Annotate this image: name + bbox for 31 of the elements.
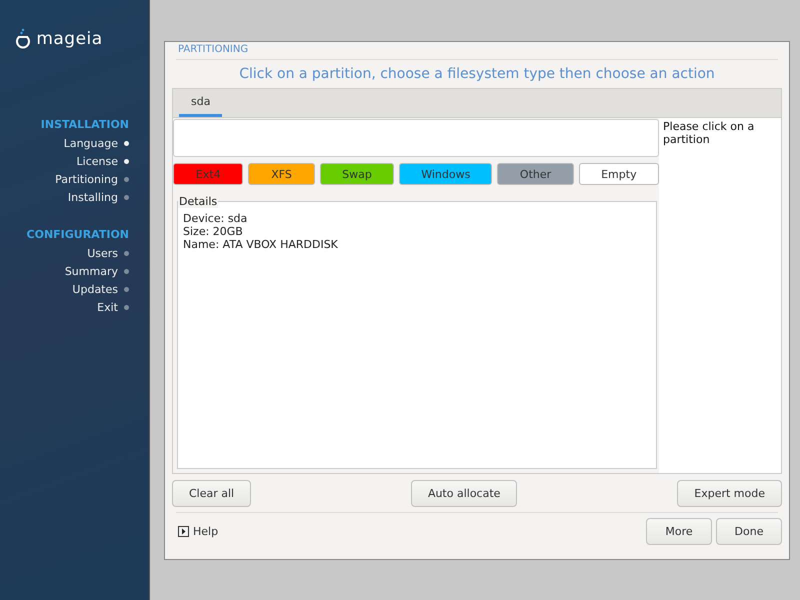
section-title: CONFIGURATION [26,228,129,241]
step-label: Updates [72,282,118,296]
action-button[interactable]: Auto allocate [410,480,518,507]
action-button[interactable]: Expert mode [677,480,782,507]
step-label: Installing [68,190,118,204]
step-label: Partitioning [55,172,118,186]
step-label: Summary [64,264,118,278]
detail-line: Device: sda [183,212,248,225]
window-title: PARTITIONING [178,44,250,55]
dialog-button[interactable]: More [646,518,712,545]
filesystem-legend-button[interactable]: Empty [578,163,659,185]
step-label: Language [64,136,118,150]
logo-text: mageia [36,29,103,49]
filesystem-legend-button[interactable]: Windows [399,163,492,185]
filesystem-legend-button[interactable]: Other [497,163,574,185]
filesystem-legend-button[interactable]: XFS [248,163,315,185]
step-label: Exit [97,300,118,314]
dialog-button[interactable]: Done [716,518,782,545]
action-button[interactable]: Clear all [172,480,252,507]
step-label: Users [87,246,118,260]
help-button[interactable]: Help [172,525,224,538]
detail-line: Size: 20GB [183,225,244,238]
section-title: INSTALLATION [40,118,129,131]
cauldron-logo-icon [14,28,32,50]
filesystem-legend-button[interactable]: Swap [320,163,394,185]
partition-bar[interactable] [173,119,659,157]
instruction-heading: Click on a partition, choose a filesystem type then choose an action [238,66,716,82]
step-label: License [76,154,118,168]
hint-text: Please click on a partition [663,120,756,146]
detail-line: Name: ATA VBOX HARDDISK [183,238,339,251]
details-title: Details [178,195,218,208]
